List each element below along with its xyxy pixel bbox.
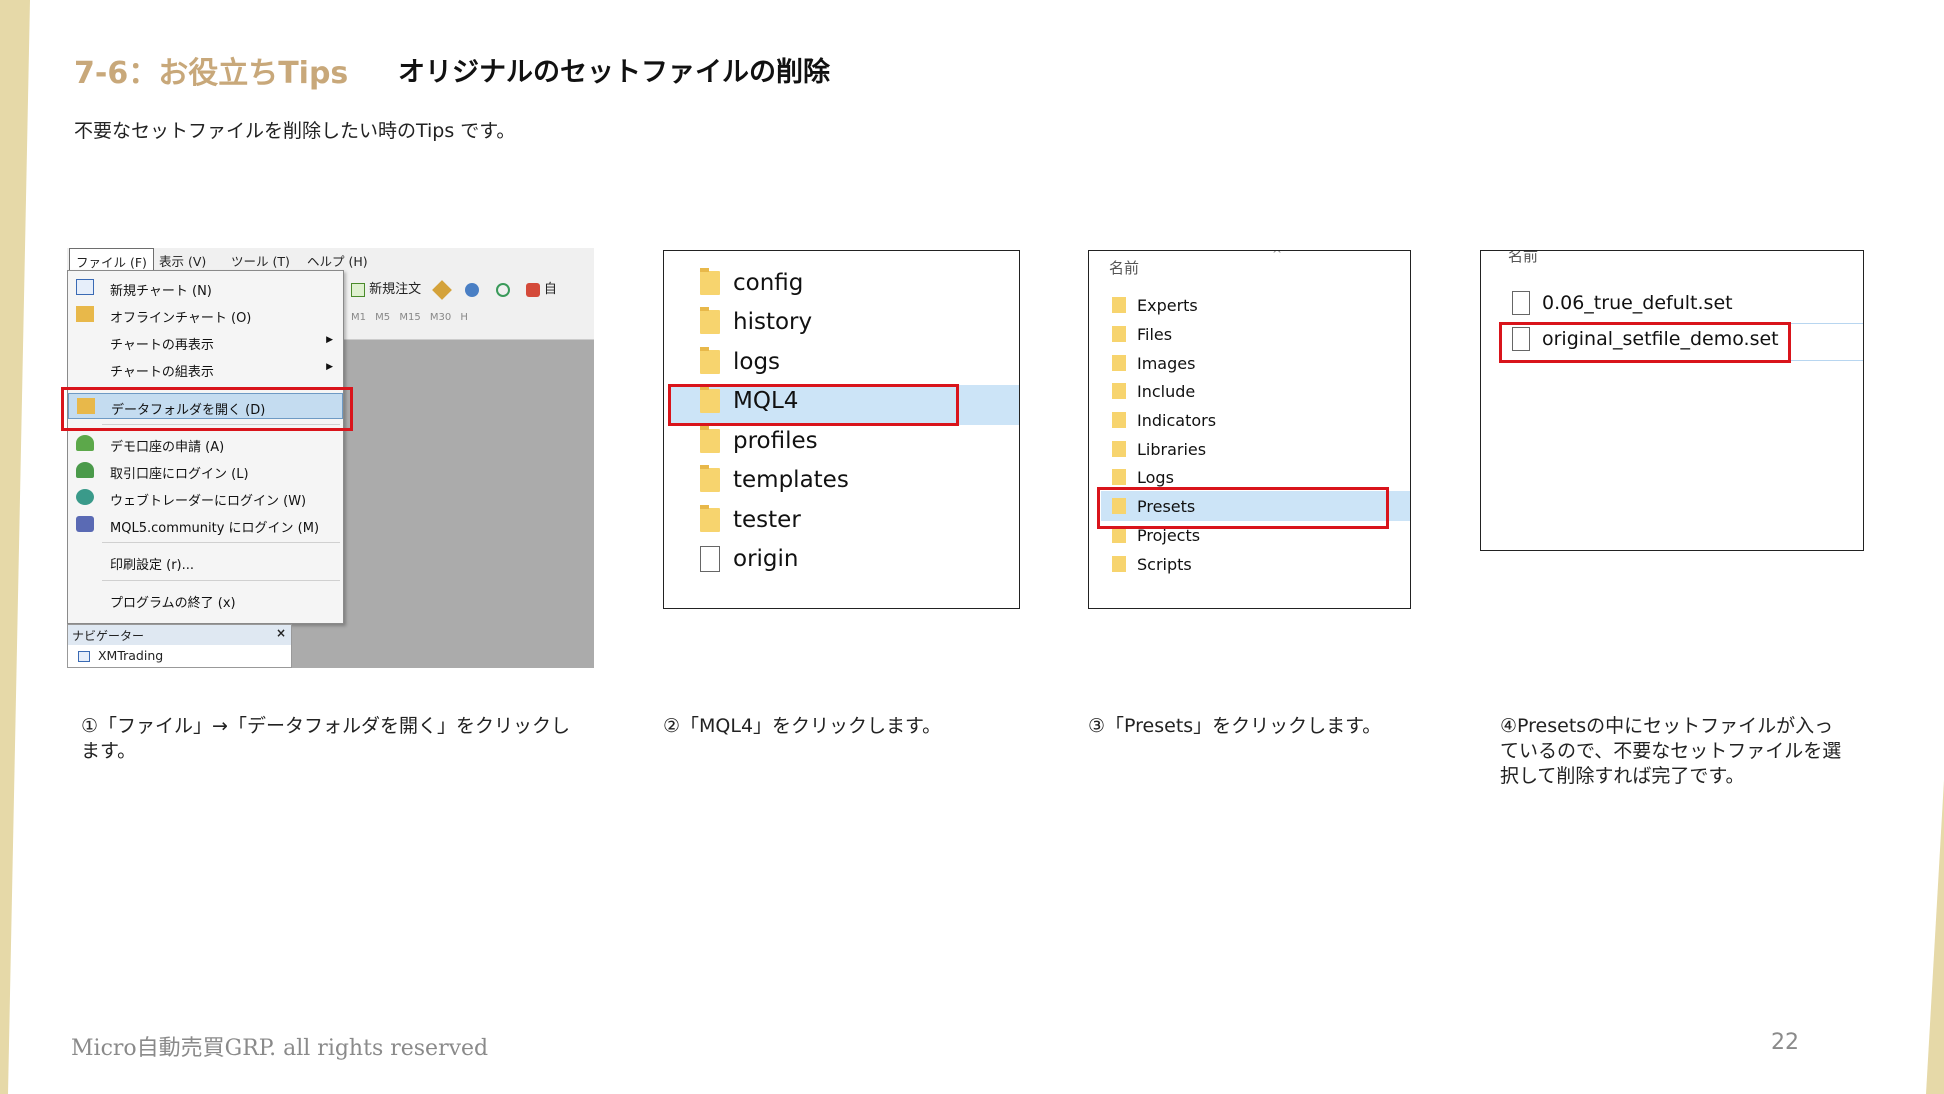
gold-stripe-left	[0, 0, 30, 1094]
highlight-box-mql4	[668, 384, 959, 426]
toolbar-icon-signal[interactable]	[495, 282, 510, 297]
folder-icon	[1112, 556, 1126, 572]
navigator-title: ナビゲーター	[72, 629, 145, 643]
navigator-panel: ナビゲーター × XMTrading	[67, 624, 292, 668]
document-icon	[700, 546, 720, 572]
toolbar-icon-user[interactable]	[465, 282, 480, 297]
folder-icon	[1112, 355, 1126, 371]
folder-icon	[1112, 326, 1126, 342]
folder-icon	[1112, 441, 1126, 457]
toolbar-auto-label[interactable]: 自	[544, 282, 557, 297]
submenu-arrow-icon: ▶	[326, 335, 333, 345]
folder-icon	[1112, 527, 1126, 543]
user-add-icon	[76, 435, 94, 451]
page-number: 22	[1771, 1030, 1799, 1055]
mql4-folder-screenshot: 名前 ^ Experts Files Images Include Indica…	[1088, 250, 1411, 609]
folder-open-icon	[76, 306, 94, 322]
community-icon	[76, 516, 94, 532]
folder-icon	[1112, 297, 1126, 313]
menu-view[interactable]: 表示 (V)	[159, 251, 206, 270]
menu-separator	[102, 542, 340, 543]
caption-step-3: ③「Presets」をクリックします。	[1088, 715, 1382, 737]
toolbar-icon-robot[interactable]	[525, 282, 540, 297]
submenu-arrow-icon: ▶	[326, 362, 333, 372]
folder-icon	[700, 347, 720, 374]
caption-step-1: ①「ファイル」→「データフォルダを開く」をクリックします。	[81, 715, 570, 762]
sort-arrow-icon: ^	[1272, 250, 1283, 261]
menu-file[interactable]: ファイル (F)	[69, 248, 154, 270]
menu-tools[interactable]: ツール (T)	[231, 251, 290, 270]
highlight-box-setfile	[1499, 322, 1791, 363]
menu-item-print-setup[interactable]: 印刷設定 (r)...	[68, 549, 343, 575]
page-title: オリジナルのセットファイルの削除	[398, 57, 830, 88]
navigator-item-xmtrading[interactable]: XMTrading	[68, 645, 291, 663]
column-header-name[interactable]: 名前	[1508, 251, 1538, 266]
menu-help[interactable]: ヘルプ (H)	[307, 251, 368, 270]
timeframe-bar[interactable]: M1 M5 M15 M30 H	[351, 312, 468, 323]
data-folder-screenshot: config history logs MQL4 profiles templa…	[663, 250, 1020, 609]
presets-folder-screenshot: 名前 0.06_true_defult.set original_setfile…	[1480, 250, 1864, 551]
caption-step-2: ②「MQL4」をクリックします。	[663, 715, 942, 737]
new-chart-icon	[76, 279, 94, 295]
menu-item-demo-account[interactable]: デモ口座の申請 (A)	[68, 431, 343, 457]
mt4-menubar: ファイル (F) 表示 (V) ツール (T) ヘルプ (H)	[67, 248, 594, 270]
globe-icon	[76, 489, 94, 505]
toolbar-icon-gold[interactable]	[432, 279, 453, 300]
new-order-button[interactable]: 新規注文	[369, 282, 421, 297]
file-dropdown-menu: 新規チャート (N) オフラインチャート (O) チャートの再表示 ▶ チャート…	[67, 270, 344, 624]
navigator-header: ナビゲーター ×	[68, 625, 291, 645]
menu-item-mql5-community[interactable]: MQL5.community にログイン (M)	[68, 512, 343, 538]
highlight-box-open-data-folder	[61, 387, 353, 431]
user-login-icon	[76, 462, 94, 478]
mt4-toolbar: 新規注文 自 M1 M5 M15 M30 H	[343, 270, 594, 340]
menu-separator	[102, 580, 340, 581]
document-icon	[1512, 291, 1530, 315]
menu-item-new-chart[interactable]: 新規チャート (N)	[68, 275, 343, 301]
caption-step-4: ④Presetsの中にセットファイルが入っているので、不要なセットファイルを選択…	[1500, 715, 1842, 787]
footer-copyright: Micro自動売買GRP. all rights reserved	[71, 1036, 489, 1061]
section-tag: 7-6：お役立ちTips	[74, 56, 349, 91]
new-order-icon[interactable]	[351, 282, 365, 297]
folder-icon	[700, 505, 720, 532]
folder-icon	[700, 426, 720, 453]
menu-item-chart-set[interactable]: チャートの組表示 ▶	[68, 356, 343, 382]
menu-item-exit[interactable]: プログラムの終了 (x)	[68, 587, 343, 613]
menu-item-webtrader[interactable]: ウェブトレーダーにログイン (W)	[68, 485, 343, 511]
column-header-name[interactable]: 名前	[1109, 257, 1139, 278]
close-icon[interactable]: ×	[276, 626, 286, 640]
broker-icon	[78, 651, 90, 662]
menu-item-offline-chart[interactable]: オフラインチャート (O)	[68, 302, 343, 328]
slide: 7-6：お役立ちTips オリジナルのセットファイルの削除 不要なセットファイル…	[0, 0, 1944, 1094]
folder-icon	[1112, 412, 1126, 428]
page-subtitle: 不要なセットファイルを削除したい時のTips です。	[74, 120, 516, 142]
folder-icon	[1112, 469, 1126, 485]
menu-item-reshow-chart[interactable]: チャートの再表示 ▶	[68, 329, 343, 355]
folder-icon	[1112, 383, 1126, 399]
highlight-box-presets	[1097, 487, 1389, 529]
folder-icon	[700, 465, 720, 492]
gold-stripe-right	[1926, 780, 1944, 1094]
menu-item-login[interactable]: 取引口座にログイン (L)	[68, 458, 343, 484]
mt4-file-menu-screenshot: ファイル (F) 表示 (V) ツール (T) ヘルプ (H) 新規注文 自 M…	[67, 248, 594, 668]
folder-icon	[700, 268, 720, 295]
folder-icon	[700, 307, 720, 334]
